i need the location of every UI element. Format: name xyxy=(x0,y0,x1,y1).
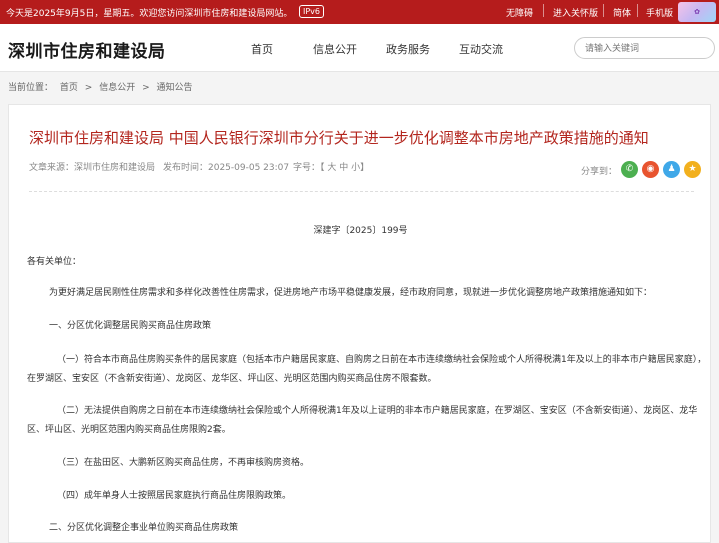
nav-interaction[interactable]: 互动交流 xyxy=(459,41,503,57)
article-publish-time: 发布时间：2025-09-05 23:07 xyxy=(163,163,290,173)
salutation: 各有关单位： xyxy=(27,257,82,267)
clause-1-2: （二）无法提供自购房之日前在本市连续缴纳社会保险或个人所得税满1年及以上证明的非… xyxy=(27,406,698,435)
divider xyxy=(637,4,638,17)
breadcrumb-info-disclosure[interactable]: 信息公开 xyxy=(99,83,135,93)
document-number: 深建字〔2025〕199号 xyxy=(313,226,408,236)
intro-paragraph: 为更好满足居民刚性住房需求和多样化改善性住房需求，促进房地产市场平稳健康发展，经… xyxy=(49,288,653,298)
nav-government-services[interactable]: 政务服务 xyxy=(386,41,430,57)
divider xyxy=(603,4,604,17)
breadcrumb-separator: > xyxy=(142,83,150,93)
breadcrumb-prefix: 当前位置： xyxy=(8,83,54,93)
breadcrumb-separator: > xyxy=(84,83,93,93)
font-size-selector[interactable]: 字号：【 大 中 小】 xyxy=(293,160,369,173)
breadcrumb-notices[interactable]: 通知公告 xyxy=(157,83,193,93)
site-header: 深圳市住房和建设局 首页 信息公开 政务服务 互动交流 xyxy=(0,24,719,72)
nav-info-disclosure[interactable]: 信息公开 xyxy=(313,41,357,57)
divider xyxy=(543,4,544,17)
article-source: 文章来源：深圳市住房和建设局 xyxy=(29,163,156,173)
search-input[interactable] xyxy=(585,41,695,56)
decorative-banner-icon: ✿ xyxy=(678,2,716,22)
care-version-link[interactable]: 进入关怀版 xyxy=(553,6,598,19)
breadcrumb: 当前位置： 首页 > 信息公开 > 通知公告 xyxy=(8,80,197,93)
simplified-chinese-link[interactable]: 简体 xyxy=(613,6,631,19)
qq-icon[interactable]: ♟ xyxy=(663,161,680,178)
breadcrumb-home[interactable]: 首页 xyxy=(60,83,78,93)
ipv6-badge: IPv6 xyxy=(299,5,325,18)
section-heading-2: 二、分区优化调整企事业单位购买商品住房政策 xyxy=(49,523,239,533)
mobile-version-link[interactable]: 手机版 xyxy=(646,6,673,19)
top-bar: 今天是2025年9月5日，星期五。欢迎您访问深圳市住房和建设局网站。 IPv6 … xyxy=(0,0,719,24)
clause-1-1: （一）符合本市商品住房购买条件的居民家庭（包括本市户籍居民家庭、自购房之日前在本… xyxy=(27,355,707,384)
section-heading-1: 一、分区优化调整居民购买商品住房政策 xyxy=(49,321,212,331)
divider xyxy=(29,191,694,192)
site-logo[interactable]: 深圳市住房和建设局 xyxy=(8,37,166,62)
qzone-icon[interactable]: ★ xyxy=(684,161,701,178)
article-container: 深圳市住房和建设局 中国人民银行深圳市分行关于进一步优化调整本市房地产政策措施的… xyxy=(8,104,711,543)
clause-1-3: （三）在盐田区、大鹏新区购买商品住房，不再审核购房资格。 xyxy=(57,458,310,468)
share-label: 分享到： xyxy=(581,167,618,177)
search-box[interactable] xyxy=(574,37,715,59)
wechat-icon[interactable]: ✆ xyxy=(621,161,638,178)
article-title: 深圳市住房和建设局 中国人民银行深圳市分行关于进一步优化调整本市房地产政策措施的… xyxy=(29,129,649,147)
accessibility-link[interactable]: 无障碍 xyxy=(506,6,533,19)
weibo-icon[interactable]: ◉ xyxy=(642,161,659,178)
welcome-text: 今天是2025年9月5日，星期五。欢迎您访问深圳市住房和建设局网站。 xyxy=(6,9,293,19)
nav-home[interactable]: 首页 xyxy=(251,41,273,57)
clause-1-4: （四）成年单身人士按照居民家庭执行商品住房限购政策。 xyxy=(57,491,292,501)
